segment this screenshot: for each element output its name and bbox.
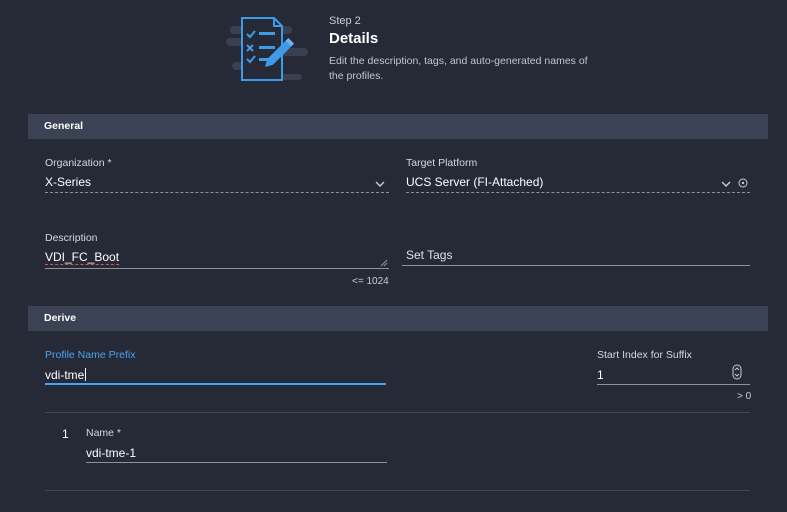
divider <box>45 490 750 491</box>
organization-label: Organization * <box>45 157 112 169</box>
organization-value: X-Series <box>45 175 92 189</box>
divider <box>45 412 750 413</box>
step-label: Step 2 <box>329 15 361 27</box>
organization-underline <box>45 192 389 193</box>
stepper-icon[interactable] <box>732 364 742 380</box>
set-tags-underline <box>402 265 750 266</box>
target-platform-select[interactable]: UCS Server (FI-Attached) <box>406 172 750 194</box>
profile-name-prefix-input[interactable]: vdi-tme <box>45 364 386 386</box>
start-index-hint: > 0 <box>737 391 752 402</box>
description-label: Description <box>45 232 98 244</box>
chevron-down-icon <box>721 181 731 187</box>
profile-index: 1 <box>62 427 69 441</box>
target-platform-underline <box>406 192 750 193</box>
profile-name-label: Name * <box>86 427 122 439</box>
description-underline <box>45 268 389 269</box>
profile-name-prefix-value: vdi-tme <box>45 368 85 382</box>
start-index-label: Start Index for Suffix <box>597 349 692 361</box>
section-derive: Derive <box>28 306 768 331</box>
start-index-value: 1 <box>597 368 604 382</box>
profile-name-input[interactable]: vdi-tme-1 <box>86 442 387 464</box>
profile-name-prefix-label: Profile Name Prefix <box>45 349 136 361</box>
section-general: General <box>28 114 768 139</box>
profile-name-prefix-underline <box>45 383 386 385</box>
resize-handle-icon[interactable] <box>380 259 388 267</box>
document-checklist-icon <box>226 17 308 81</box>
page-title: Details <box>329 30 379 47</box>
text-caret <box>85 368 87 381</box>
description-value: VDI_FC_Boot <box>45 250 120 265</box>
description-limit-hint: <= 1024 <box>352 276 389 287</box>
profile-name-underline <box>86 462 387 463</box>
profile-name-value: vdi-tme-1 <box>86 446 137 460</box>
set-tags-input[interactable]: Set Tags <box>402 244 750 266</box>
description-textarea[interactable]: VDI_FC_Boot <box>45 247 389 269</box>
start-index-underline <box>597 384 750 385</box>
chevron-down-icon <box>375 181 385 187</box>
organization-select[interactable]: X-Series <box>45 172 389 194</box>
target-platform-label: Target Platform <box>406 157 478 169</box>
set-tags-placeholder: Set Tags <box>406 248 453 262</box>
target-platform-value: UCS Server (FI-Attached) <box>406 175 544 189</box>
start-index-input[interactable]: 1 <box>597 364 750 386</box>
step-description: Edit the description, tags, and auto-gen… <box>329 55 588 82</box>
info-icon[interactable] <box>738 178 748 188</box>
profile-row: 1 Name * vdi-tme-1 <box>45 420 750 480</box>
